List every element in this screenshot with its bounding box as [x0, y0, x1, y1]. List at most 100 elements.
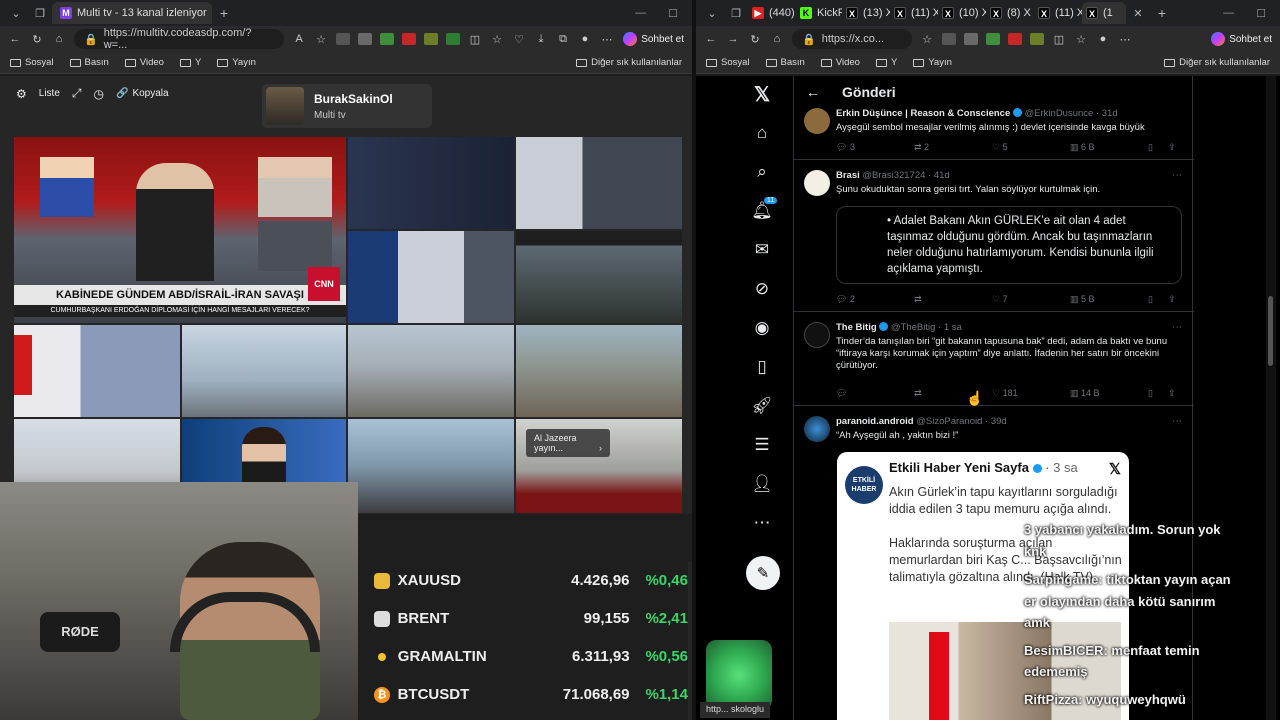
- more-icon[interactable]: ⋯: [1118, 33, 1132, 46]
- share-icon[interactable]: ⇪: [1168, 388, 1182, 399]
- extension-icon[interactable]: [1030, 33, 1044, 45]
- favorite-star-icon[interactable]: ☆: [920, 33, 934, 46]
- link-icon[interactable]: 🔗: [116, 88, 128, 99]
- profile-avatar[interactable]: ●: [1096, 33, 1110, 45]
- copilot-chat-button[interactable]: Sohbet et: [1211, 32, 1272, 46]
- video-tile-aljazeera[interactable]: Al Jazeera yayın... ›: [516, 419, 682, 513]
- list-button[interactable]: Liste: [39, 88, 60, 99]
- views-button[interactable]: ▥ 14 B: [1070, 388, 1148, 399]
- x-logo-icon[interactable]: 𝕏: [744, 76, 780, 112]
- explore-search-icon[interactable]: ⌕: [744, 154, 780, 190]
- extension-icon[interactable]: [336, 33, 350, 45]
- views-button[interactable]: ▥ 6 B: [1070, 142, 1148, 153]
- reply-button[interactable]: 💬︎: [836, 388, 914, 399]
- extension-icon[interactable]: [986, 33, 1000, 45]
- address-input[interactable]: 🔒 https://x.co...: [792, 29, 912, 49]
- bookmark-icon[interactable]: ▯: [1148, 294, 1168, 305]
- video-tile[interactable]: [348, 137, 514, 229]
- tweet[interactable]: ⋯ The Bitig @TheBitig · 1 sa Tinder’da t…: [794, 312, 1194, 406]
- avatar[interactable]: [804, 322, 830, 348]
- tab-x[interactable]: X (10) X: [938, 2, 986, 24]
- new-tab-icon[interactable]: +: [212, 5, 236, 21]
- premium-rocket-icon[interactable]: 🚀︎: [744, 388, 780, 424]
- share-icon[interactable]: ⇪: [1168, 294, 1182, 305]
- retweet-button[interactable]: ⇄ 2: [914, 142, 992, 153]
- settings-gear-icon[interactable]: ⚙: [16, 87, 27, 101]
- quote-box[interactable]: • Adalet Bakanı Akın GÜRLEK’e ait olan 4…: [836, 206, 1182, 284]
- bookmark-folder[interactable]: Basın: [765, 57, 805, 68]
- bookmark-folder[interactable]: Y: [875, 57, 897, 68]
- share-icon[interactable]: ⇪: [1168, 142, 1182, 153]
- profile-icon[interactable]: 👤︎: [744, 466, 780, 502]
- avatar[interactable]: [804, 416, 830, 442]
- bookmark-folder[interactable]: Video: [820, 57, 860, 68]
- home-icon[interactable]: ⌂: [770, 33, 784, 45]
- copilot-chat-button[interactable]: Sohbet et: [623, 32, 684, 46]
- avatar[interactable]: [804, 170, 830, 196]
- copy-button[interactable]: Kopyala: [132, 88, 168, 99]
- extension-icon[interactable]: [1008, 33, 1022, 45]
- author-name[interactable]: paranoid.android: [836, 416, 914, 427]
- maximize-icon[interactable]: ☐: [668, 7, 678, 20]
- workspaces-icon[interactable]: ❐: [724, 7, 748, 20]
- more-icon[interactable]: ⋯: [600, 33, 614, 46]
- minimize-icon[interactable]: —: [1223, 7, 1234, 20]
- retweet-button[interactable]: ⇄: [914, 294, 992, 305]
- reload-icon[interactable]: ↻: [748, 33, 762, 46]
- communities-icon[interactable]: ◉: [744, 310, 780, 346]
- tab-kick[interactable]: K KickPe: [796, 2, 842, 24]
- other-bookmarks-folder[interactable]: Diğer sık kullanılanlar: [1164, 57, 1270, 68]
- video-tile[interactable]: [14, 325, 180, 417]
- bookmark-icon[interactable]: ▯: [1148, 388, 1168, 399]
- minimize-icon[interactable]: —: [635, 7, 646, 20]
- tab-x[interactable]: X (11) X: [890, 2, 938, 24]
- like-button[interactable]: ♡ 181: [992, 388, 1070, 399]
- reply-button[interactable]: 💬︎ 2: [836, 294, 914, 305]
- bookmark-folder[interactable]: Sosyal: [706, 57, 750, 68]
- split-screen-icon[interactable]: ◫: [468, 33, 482, 46]
- tab-x-active[interactable]: X (1: [1082, 2, 1126, 24]
- workspaces-icon[interactable]: ❐: [28, 7, 52, 20]
- close-tab-icon[interactable]: ✕: [1126, 7, 1150, 20]
- browser-essentials-icon[interactable]: ♡: [512, 33, 526, 46]
- bookmark-folder[interactable]: Yayın: [913, 57, 952, 68]
- bookmark-folder[interactable]: Yayın: [217, 57, 256, 68]
- author-name[interactable]: Erkin Düşünce | Reason & Conscience: [836, 108, 1010, 119]
- timer-icon[interactable]: ◷: [94, 87, 104, 101]
- tab-multitv[interactable]: M Multi tv - 13 kanal izleniyor ✕: [52, 2, 212, 24]
- favorites-icon[interactable]: ☆: [1074, 33, 1088, 46]
- like-button[interactable]: ♡ 7: [992, 294, 1070, 305]
- maximize-icon[interactable]: ☐: [1256, 7, 1266, 20]
- compose-post-button[interactable]: ✎: [746, 556, 780, 590]
- video-tile[interactable]: [182, 325, 346, 417]
- reload-icon[interactable]: ↻: [30, 33, 44, 46]
- extension-icon[interactable]: [942, 33, 956, 45]
- tweet[interactable]: Erkin Düşünce | Reason & Conscience @Erk…: [794, 108, 1194, 160]
- tweet[interactable]: ⋯ Brasi @Brasi321724 · 41d Şunu okudukta…: [794, 160, 1194, 312]
- other-bookmarks-folder[interactable]: Diğer sık kullanılanlar: [576, 57, 682, 68]
- notifications-bell-icon[interactable]: 🔔︎ 11: [744, 193, 780, 229]
- bookmark-folder[interactable]: Video: [124, 57, 164, 68]
- bookmarks-icon[interactable]: ▯: [744, 349, 780, 385]
- avatar[interactable]: [804, 108, 830, 134]
- video-tile-cnnturk[interactable]: KABİNEDE GÜNDEM ABD/İSRAİL-İRAN SAVAŞI C…: [14, 137, 346, 323]
- favorites-icon[interactable]: ☆: [490, 33, 504, 46]
- lists-icon[interactable]: ☰: [744, 427, 780, 463]
- like-button[interactable]: ♡ 5: [992, 142, 1070, 153]
- author-name[interactable]: The Bitig: [836, 322, 877, 333]
- tab-x[interactable]: X (8) X: [986, 2, 1034, 24]
- extension-icon[interactable]: [358, 33, 372, 45]
- channel-chip[interactable]: BurakSakinOl Multi tv: [262, 84, 432, 128]
- scrollbar-thumb[interactable]: [1268, 296, 1273, 366]
- author-name[interactable]: Brasi: [836, 170, 860, 181]
- bookmark-folder[interactable]: Y: [179, 57, 201, 68]
- tab-menu-icon[interactable]: ⌄: [700, 7, 724, 20]
- back-arrow-icon[interactable]: ←: [806, 84, 820, 100]
- extension-icon[interactable]: [424, 33, 438, 45]
- tweet[interactable]: ⋯ paranoid.android @SizoParanoid · 39d “…: [794, 406, 1194, 720]
- extension-icon[interactable]: [964, 33, 978, 45]
- reply-button[interactable]: 💬︎ 3: [836, 142, 914, 153]
- home-icon[interactable]: ⌂: [744, 115, 780, 151]
- video-tile[interactable]: [516, 137, 682, 229]
- bookmark-folder[interactable]: Sosyal: [10, 57, 54, 68]
